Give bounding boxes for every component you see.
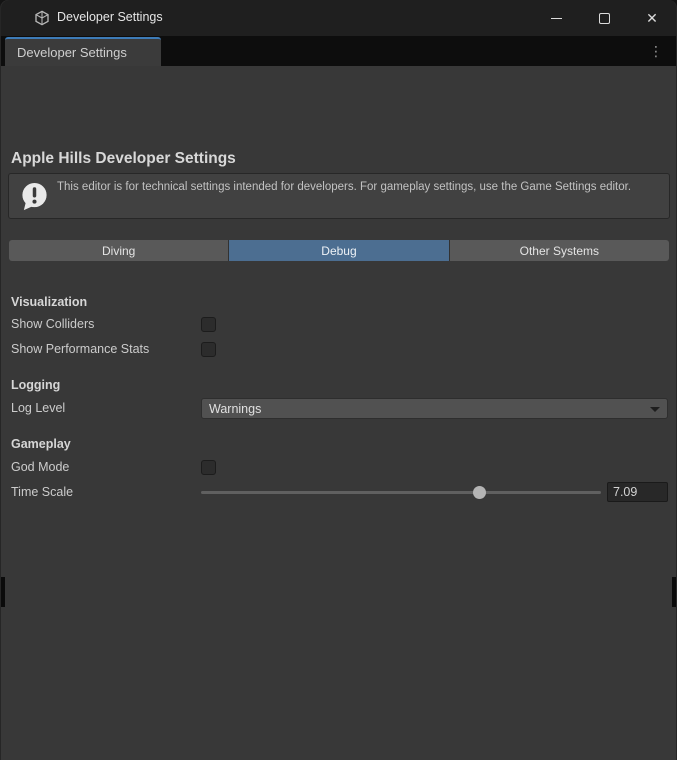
section-gameplay: Gameplay: [11, 437, 71, 451]
show-colliders-checkbox[interactable]: [201, 317, 216, 332]
window-right-edge: [672, 577, 676, 607]
tab-other-systems-label: Other Systems: [520, 244, 599, 258]
chevron-down-icon: [650, 407, 660, 412]
helpbox-text: This editor is for technical settings in…: [57, 180, 657, 196]
info-bubble-icon: [19, 181, 50, 212]
label-god-mode: God Mode: [11, 460, 69, 474]
category-toolbar: Diving Debug Other Systems: [9, 240, 669, 261]
info-helpbox: This editor is for technical settings in…: [8, 173, 670, 219]
tab-debug-label: Debug: [321, 244, 356, 258]
section-logging: Logging: [11, 378, 60, 392]
time-scale-slider[interactable]: [201, 485, 601, 500]
os-titlebar[interactable]: Developer Settings ✕: [1, 0, 677, 36]
time-scale-value-field[interactable]: 7.09: [607, 482, 668, 502]
time-scale-slider-thumb[interactable]: [473, 486, 486, 499]
unity-logo-icon: [34, 10, 50, 26]
window-left-edge: [1, 577, 5, 607]
show-performance-stats-checkbox[interactable]: [201, 342, 216, 357]
tab-developer-settings[interactable]: Developer Settings: [5, 37, 161, 66]
window-title: Developer Settings: [57, 10, 163, 24]
tab-diving[interactable]: Diving: [9, 240, 229, 261]
developer-settings-window: Developer Settings ✕ Developer Settings …: [0, 0, 677, 760]
tab-label: Developer Settings: [17, 45, 127, 60]
minimize-icon: [551, 18, 562, 19]
label-show-performance-stats: Show Performance Stats: [11, 342, 149, 356]
god-mode-checkbox[interactable]: [201, 460, 216, 475]
settings-content: Apple Hills Developer Settings This edit…: [1, 66, 677, 760]
tab-diving-label: Diving: [102, 244, 135, 258]
kebab-menu-icon: ⋮: [649, 43, 663, 60]
log-level-dropdown[interactable]: Warnings: [201, 398, 668, 419]
editor-tabstrip: Developer Settings ⋮: [1, 36, 677, 66]
time-scale-value: 7.09: [613, 485, 637, 499]
label-show-colliders: Show Colliders: [11, 317, 94, 331]
maximize-icon: [599, 13, 610, 24]
close-button[interactable]: ✕: [629, 0, 675, 36]
time-scale-slider-track: [201, 491, 601, 494]
tab-menu-button[interactable]: ⋮: [644, 36, 668, 66]
label-log-level: Log Level: [11, 401, 65, 415]
close-icon: ✕: [646, 10, 658, 27]
tab-debug[interactable]: Debug: [229, 240, 449, 261]
maximize-button[interactable]: [581, 0, 627, 36]
section-visualization: Visualization: [11, 295, 87, 309]
minimize-button[interactable]: [533, 0, 579, 36]
page-title: Apple Hills Developer Settings: [11, 150, 236, 168]
tab-other-systems[interactable]: Other Systems: [450, 240, 669, 261]
log-level-value: Warnings: [209, 402, 261, 416]
label-time-scale: Time Scale: [11, 485, 73, 499]
